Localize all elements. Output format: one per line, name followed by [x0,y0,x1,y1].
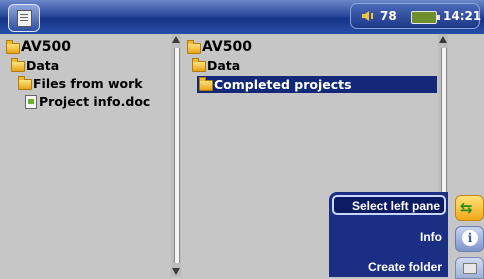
list-item-selected[interactable]: Completed projects [197,76,437,93]
top-bar: 78 14:21 [0,0,484,34]
list-item[interactable]: Files from work [18,76,168,91]
context-menu: Select left pane Info Create folder [329,192,448,277]
right-root-row[interactable]: AV500 [187,40,427,55]
item-label: Data [207,58,241,73]
battery-icon [411,11,440,24]
right-root-label: AV500 [202,39,252,55]
status-panel: 78 14:21 [350,3,482,29]
swap-pane-icon: ⇆ [460,199,473,217]
folder-icon [18,76,32,90]
scroll-up-icon[interactable] [172,36,180,43]
scroll-track[interactable] [174,48,180,263]
new-folder-icon [463,263,477,274]
list-item[interactable]: Project info.doc [24,94,169,109]
document-icon [17,10,32,27]
menu-item-create-folder[interactable]: Create folder [368,257,442,277]
document-app-icon[interactable] [8,4,40,32]
left-scrollbar[interactable] [171,34,181,277]
item-label: Files from work [33,76,143,91]
list-item[interactable]: Data [192,58,427,73]
item-label: Project info.doc [39,94,151,109]
folder-icon [199,77,213,91]
document-file-icon [25,95,37,109]
create-folder-button[interactable] [455,257,484,279]
menu-item-select-left-pane[interactable]: Select left pane [332,195,446,215]
speaker-icon [362,11,373,21]
clock-time: 14:21 [443,9,482,23]
left-pane[interactable]: AV500 Data Files from work Project info.… [0,34,171,277]
swap-pane-button[interactable]: ⇆ [455,195,484,221]
scroll-up-icon[interactable] [439,36,447,43]
list-item[interactable]: Data [11,58,161,73]
info-button[interactable]: i [455,226,484,252]
item-label: Completed projects [214,77,352,92]
item-label: Data [26,58,60,73]
info-icon: i [462,230,478,246]
left-root-label: AV500 [21,39,71,55]
folder-icon [187,40,201,54]
scroll-down-icon[interactable] [172,268,180,275]
folder-icon [11,58,25,72]
volume-level: 78 [380,9,397,23]
menu-item-info[interactable]: Info [420,227,442,247]
folder-icon [192,58,206,72]
left-root-row[interactable]: AV500 [6,40,166,55]
folder-icon [6,40,20,54]
